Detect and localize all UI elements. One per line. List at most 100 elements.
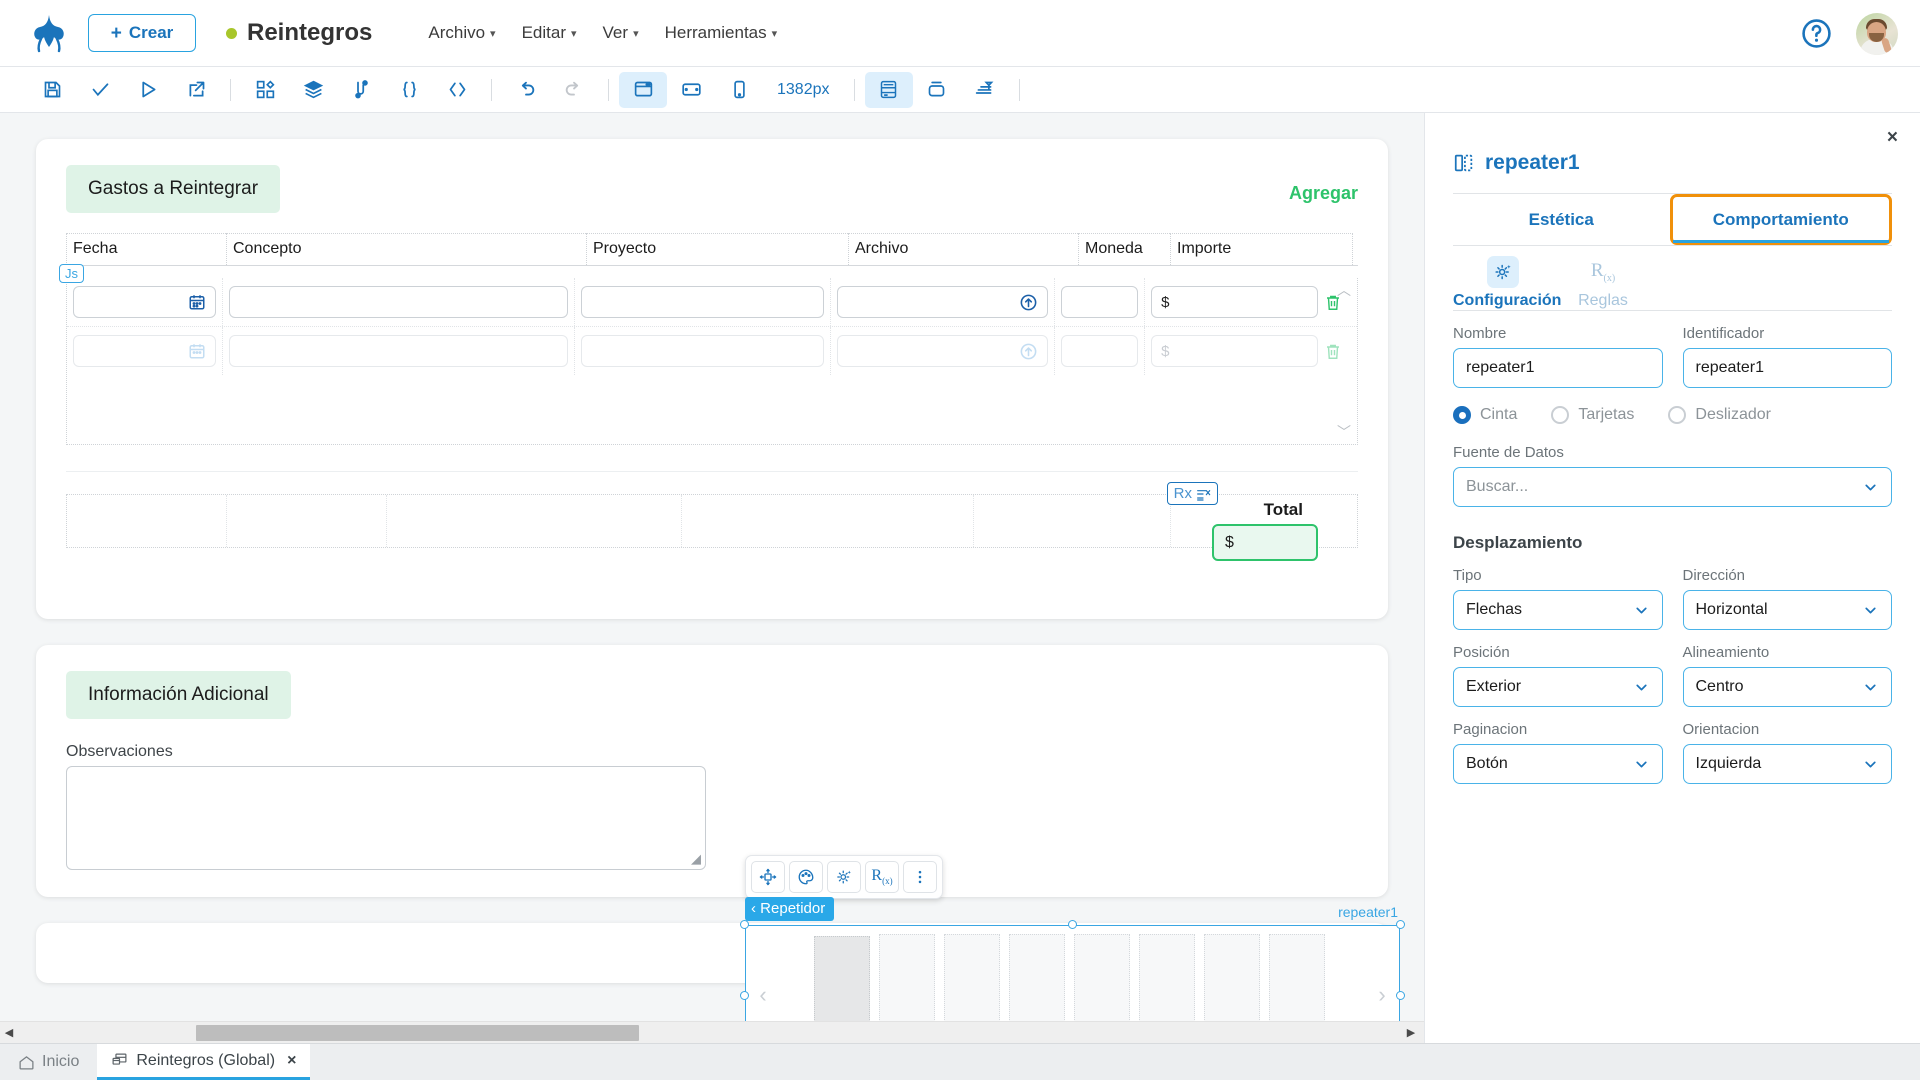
radio-tarjetas[interactable]: Tarjetas <box>1551 406 1634 424</box>
tipo-select[interactable]: Flechas <box>1453 590 1663 630</box>
scroll-up-chevron[interactable]: ︿ <box>1337 280 1351 300</box>
resize-handle-ne[interactable] <box>1396 920 1405 929</box>
close-icon[interactable]: × <box>287 1052 296 1070</box>
tab-inicio[interactable]: Inicio <box>0 1044 97 1080</box>
repeater-next-arrow[interactable]: › <box>1365 982 1399 1008</box>
cell-archivo[interactable] <box>831 327 1056 375</box>
cell-concepto[interactable] <box>223 327 575 375</box>
identificador-input[interactable]: repeater1 <box>1682 348 1892 388</box>
proyecto-input[interactable] <box>580 286 824 318</box>
direccion-select[interactable]: Horizontal <box>1682 590 1892 630</box>
table-row[interactable]: Js $ <box>59 264 1357 327</box>
design-canvas[interactable]: Gastos a Reintegrar Agregar Fecha Concep… <box>0 113 1424 1080</box>
layers-icon[interactable] <box>289 72 337 108</box>
scroll-right-arrow[interactable]: ▶ <box>1402 1026 1420 1039</box>
posicion-select[interactable]: Exterior <box>1453 667 1663 707</box>
code-icon[interactable] <box>433 72 481 108</box>
importe-input[interactable]: $ <box>1151 335 1318 367</box>
proyecto-input[interactable] <box>580 335 824 367</box>
braces-icon[interactable] <box>385 72 433 108</box>
check-icon[interactable] <box>76 72 124 108</box>
calendar-icon[interactable] <box>188 293 206 311</box>
date-input[interactable] <box>73 335 217 367</box>
play-icon[interactable] <box>124 72 172 108</box>
date-input[interactable] <box>73 286 217 318</box>
subtab-configuracion[interactable]: Configuración <box>1453 256 1561 310</box>
total-input[interactable]: $ <box>1212 524 1318 561</box>
orientacion-select[interactable]: Izquierda <box>1682 744 1892 784</box>
undo-icon[interactable] <box>502 72 550 108</box>
rules-rx-icon[interactable]: R(x) <box>865 861 899 893</box>
nombre-input[interactable]: repeater1 <box>1453 348 1663 388</box>
trash-icon[interactable] <box>1324 342 1357 361</box>
agregar-link[interactable]: Agregar <box>1289 183 1358 204</box>
scroll-down-chevron[interactable]: ﹀ <box>1337 422 1351 442</box>
palette-icon[interactable] <box>789 861 823 893</box>
resize-handle-e[interactable] <box>1396 991 1405 1000</box>
js-badge[interactable]: Js <box>59 264 84 283</box>
save-icon[interactable] <box>28 72 76 108</box>
rx-badge[interactable]: Rx <box>1166 482 1218 505</box>
cell-proyecto[interactable] <box>575 327 831 375</box>
radio-cinta[interactable]: Cinta <box>1453 406 1517 424</box>
menu-herramientas[interactable]: Herramientas ▾ <box>665 23 778 43</box>
archivo-upload[interactable] <box>836 335 1049 367</box>
concepto-input[interactable] <box>229 335 568 367</box>
cell-fecha[interactable] <box>67 278 224 326</box>
tab-reintegros-global[interactable]: Reintegros (Global) × <box>97 1044 311 1080</box>
resize-handle-icon[interactable]: ◢ <box>691 851 701 867</box>
radio-deslizador[interactable]: Deslizador <box>1668 406 1771 424</box>
create-button[interactable]: + Crear <box>88 14 196 52</box>
close-icon[interactable]: × <box>1887 127 1898 149</box>
cell-importe[interactable]: $ <box>1145 278 1324 326</box>
importe-input[interactable]: $ <box>1151 286 1318 318</box>
page-layout-icon[interactable] <box>864 71 913 108</box>
settings-sparkle-icon[interactable] <box>827 861 861 893</box>
calendar-icon[interactable] <box>188 342 206 360</box>
redo-icon[interactable] <box>550 72 598 108</box>
observaciones-textarea[interactable]: ◢ <box>66 766 706 870</box>
menu-ver[interactable]: Ver ▾ <box>603 23 639 43</box>
paginacion-select[interactable]: Botón <box>1453 744 1663 784</box>
more-options-icon[interactable] <box>903 861 937 893</box>
archivo-upload[interactable] <box>836 286 1049 318</box>
app-logo[interactable] <box>18 13 80 53</box>
repeater-prev-arrow[interactable]: ‹ <box>746 982 780 1008</box>
tablet-view-icon[interactable] <box>667 72 715 108</box>
components-grid-icon[interactable] <box>241 72 289 108</box>
viewport-width-label[interactable]: 1382px <box>763 81 844 99</box>
help-icon[interactable] <box>1801 18 1832 49</box>
resize-handle-n[interactable] <box>1068 920 1077 929</box>
cell-importe[interactable]: $ <box>1145 327 1324 375</box>
moneda-input[interactable] <box>1061 286 1139 318</box>
fuente-datos-select[interactable]: Buscar... <box>1453 467 1892 507</box>
tab-comportamiento[interactable]: Comportamiento <box>1669 194 1892 245</box>
moneda-input[interactable] <box>1061 335 1139 367</box>
subtab-reglas[interactable]: R(x) Reglas <box>1553 256 1653 310</box>
menu-archivo[interactable]: Archivo ▾ <box>428 23 495 43</box>
desktop-view-icon[interactable] <box>619 71 667 108</box>
canvas-horizontal-scrollbar[interactable]: ◀ ▶ <box>0 1021 1424 1043</box>
tab-estetica[interactable]: Estética <box>1453 194 1670 245</box>
container-icon[interactable] <box>913 72 961 108</box>
table-row[interactable]: $ <box>67 327 1357 375</box>
upload-circle-icon[interactable] <box>1019 342 1038 361</box>
cell-concepto[interactable] <box>223 278 575 326</box>
cell-archivo[interactable] <box>831 278 1056 326</box>
cell-proyecto[interactable] <box>575 278 831 326</box>
upload-circle-icon[interactable] <box>1019 293 1038 312</box>
scrollbar-thumb[interactable] <box>196 1024 639 1041</box>
cell-moneda[interactable] <box>1055 327 1146 375</box>
cell-fecha[interactable] <box>67 327 224 375</box>
avatar[interactable] <box>1856 12 1898 55</box>
menu-editar[interactable]: Editar ▾ <box>522 23 577 43</box>
resize-handle-w[interactable] <box>740 991 749 1000</box>
align-icon[interactable] <box>961 72 1009 108</box>
alineamiento-select[interactable]: Centro <box>1682 667 1892 707</box>
concepto-input[interactable] <box>229 286 568 318</box>
share-export-icon[interactable] <box>172 72 220 108</box>
repeater-type-tag[interactable]: ‹ Repetidor <box>745 897 835 921</box>
scroll-left-arrow[interactable]: ◀ <box>0 1026 18 1039</box>
connections-icon[interactable] <box>337 72 385 108</box>
resize-handle-nw[interactable] <box>740 920 749 929</box>
